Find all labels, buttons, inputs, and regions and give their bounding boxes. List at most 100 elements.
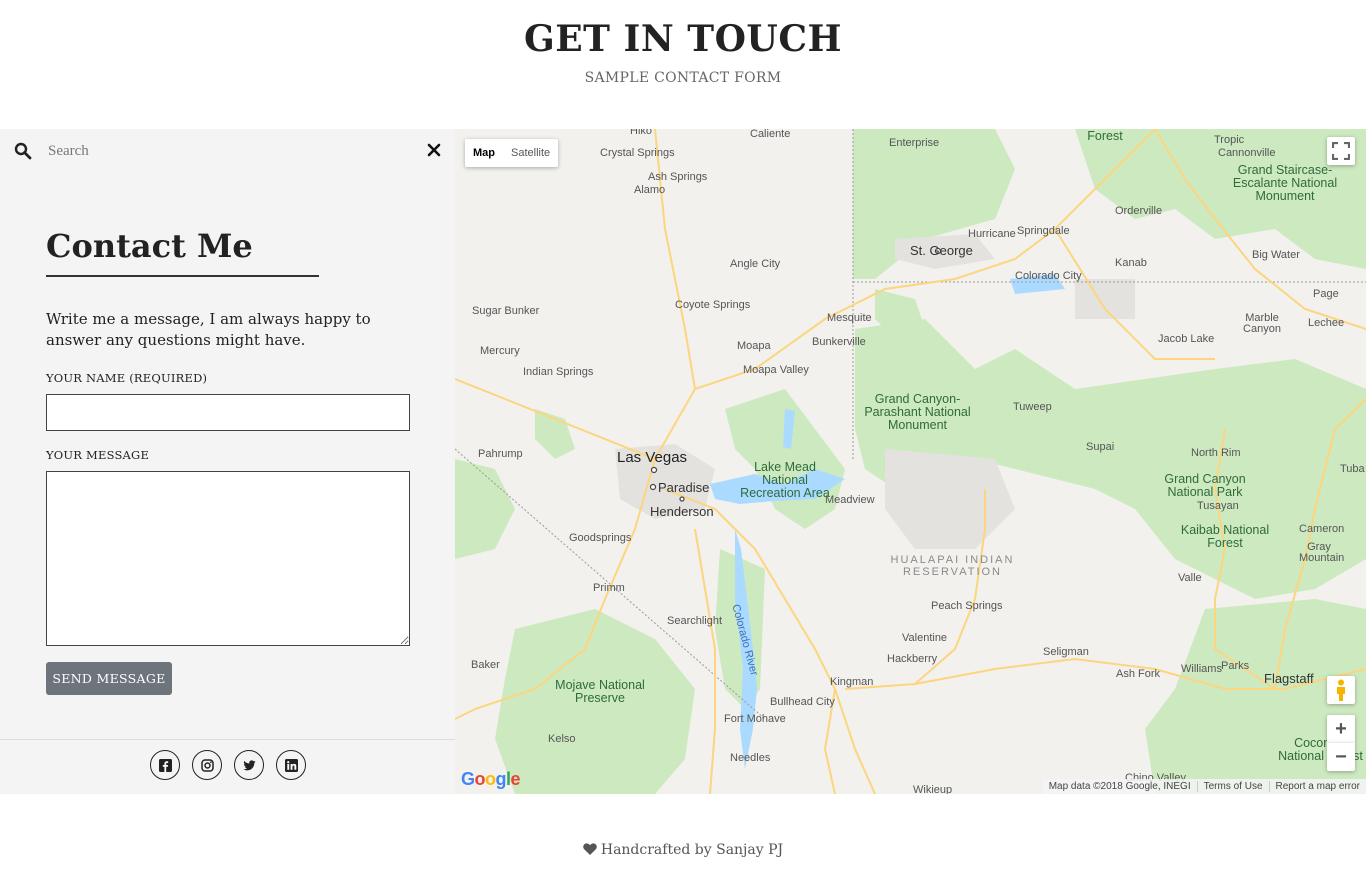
map-label-colorado-city: Colorado City — [1015, 270, 1082, 282]
send-message-button[interactable]: SEND MESSAGE — [46, 662, 172, 695]
page-subtitle: SAMPLE CONTACT FORM — [584, 70, 782, 86]
google-logo[interactable]: Google — [461, 769, 521, 790]
map-label-jacob-lake: Jacob Lake — [1158, 333, 1215, 345]
page-header: GET IN TOUCH SAMPLE CONTACT FORM — [0, 0, 1366, 129]
instagram-link[interactable] — [192, 750, 222, 780]
map-label-supai: Supai — [1086, 441, 1115, 453]
map-label-williams: Williams — [1181, 663, 1222, 675]
heading-underline — [46, 275, 319, 277]
map-label-goodsprings: Goodsprings — [569, 532, 632, 544]
map-label-mercury: Mercury — [480, 345, 520, 357]
footer-credit: Handcrafted by Sanjay PJ — [600, 842, 784, 858]
map-label-north-rim: North Rim — [1191, 447, 1241, 459]
search-icon[interactable] — [14, 142, 32, 160]
map-label-grand-canyon-np: Grand Canyon National Park — [1164, 472, 1246, 499]
map-label-kanab: Kanab — [1115, 257, 1147, 269]
map-label-peach-springs: Peach Springs — [931, 600, 1003, 612]
message-field[interactable] — [46, 471, 410, 646]
map-label-moapa-valley: Moapa Valley — [743, 364, 809, 376]
facebook-link[interactable] — [150, 750, 180, 780]
facebook-icon — [158, 758, 172, 772]
map-label-bullhead-city: Bullhead City — [770, 696, 835, 708]
map-label-sugar-bunker: Sugar Bunker — [472, 305, 540, 317]
twitter-icon — [242, 759, 255, 770]
map-label-caliente: Caliente — [750, 129, 791, 140]
map-label-cameron: Cameron — [1299, 523, 1345, 535]
map-label-parks: Parks — [1221, 660, 1250, 672]
map-label-big-water: Big Water — [1252, 249, 1300, 261]
map-view[interactable]: Hiko Caliente Crystal Springs Ash Spring… — [455, 129, 1366, 794]
map-label-fort-mohave: Fort Mohave — [724, 713, 786, 725]
map-label-angle-city: Angle City — [730, 258, 781, 270]
map-label-ash-fork: Ash Fork — [1116, 668, 1161, 680]
map-label-mojave: Mojave National Preserve — [555, 678, 645, 705]
map-label-moapa: Moapa — [737, 340, 771, 352]
map-type-control: Map Satellite — [465, 139, 559, 167]
map-label-tuba: Tuba — [1340, 463, 1365, 475]
map-label-flagstaff: Flagstaff — [1264, 671, 1314, 686]
contact-heading: Contact Me — [46, 227, 253, 265]
search-bar — [0, 129, 455, 173]
map-label-searchlight: Searchlight — [667, 615, 723, 627]
map-label-forest: Forest — [1087, 129, 1123, 143]
fullscreen-icon — [1332, 142, 1350, 160]
terms-link[interactable]: Terms of Use — [1196, 781, 1269, 792]
map-label-wikieup: Wikieup — [913, 784, 953, 794]
map-label-lake-mead: Lake Mead National Recreation Area — [740, 460, 830, 500]
map-label-page: Page — [1313, 288, 1339, 300]
contact-intro: Write me a message, I am always happy to… — [46, 310, 371, 349]
map-label-pahrump: Pahrump — [478, 448, 523, 460]
map-label-tropic: Tropic — [1214, 134, 1245, 146]
map-label-kingman: Kingman — [830, 676, 874, 688]
map-label-ash-springs: Ash Springs — [648, 171, 708, 183]
pegman-icon — [1337, 679, 1345, 701]
map-label-hiko: Hiko — [630, 129, 653, 137]
map-label-baker: Baker — [471, 659, 500, 671]
map-label-las-vegas: Las Vegas — [617, 449, 688, 466]
map-label-st-george: St. George — [910, 243, 973, 258]
map-data-credit: Map data ©2018 Google, INEGI — [1048, 781, 1191, 792]
instagram-icon — [200, 758, 214, 772]
map-label-valentine: Valentine — [902, 632, 948, 644]
map-label-orderville: Orderville — [1115, 205, 1163, 217]
map-label-alamo: Alamo — [634, 184, 666, 196]
map-label-cannonville: Cannonville — [1218, 147, 1276, 159]
map-label-seligman: Seligman — [1043, 646, 1089, 658]
map-label-hurricane: Hurricane — [968, 228, 1016, 240]
name-label: YOUR NAME (REQUIRED) — [46, 371, 208, 385]
map-attribution: Map data ©2018 Google, INEGI Terms of Us… — [1042, 779, 1366, 794]
message-label: YOUR MESSAGE — [46, 448, 150, 462]
heart-icon — [583, 843, 597, 855]
name-field[interactable] — [46, 394, 410, 431]
map-label-gray-mountain: Gray Mountain — [1299, 541, 1345, 564]
close-icon[interactable] — [425, 141, 443, 159]
report-error-link[interactable]: Report a map error — [1268, 781, 1366, 792]
linkedin-link[interactable] — [276, 750, 306, 780]
map-label-needles: Needles — [730, 752, 771, 764]
map-label-enterprise: Enterprise — [889, 137, 940, 149]
zoom-in-button[interactable]: + — [1327, 715, 1355, 743]
map-label-springdale: Springdale — [1017, 225, 1070, 237]
map-label-kaibab: Kaibab National Forest — [1180, 523, 1270, 550]
map-label-valle: Valle — [1178, 572, 1202, 584]
fullscreen-button[interactable] — [1327, 137, 1355, 165]
map-type-map-button[interactable]: Map — [465, 139, 503, 167]
map-label-parashant: Grand Canyon-Parashant National Monument — [864, 392, 971, 432]
map-label-bunkerville: Bunkerville — [812, 336, 866, 348]
twitter-link[interactable] — [234, 750, 264, 780]
map-label-kelso: Kelso — [548, 733, 576, 745]
map-label-meadview: Meadview — [825, 494, 875, 506]
search-input[interactable] — [40, 137, 410, 165]
contact-panel: Contact Me Write me a message, I am alwa… — [0, 129, 455, 794]
map-label-mesquite: Mesquite — [827, 312, 872, 324]
map-label-paradise: Paradise — [658, 480, 710, 495]
map-label-tuweep: Tuweep — [1013, 401, 1052, 413]
linkedin-icon — [284, 758, 298, 772]
street-view-pegman[interactable] — [1327, 676, 1355, 704]
zoom-out-button[interactable]: − — [1327, 743, 1355, 771]
map-label-marble-canyon: Marble Canyon — [1243, 312, 1281, 335]
map-label-crystal-springs: Crystal Springs — [600, 147, 675, 159]
map-type-satellite-button[interactable]: Satellite — [503, 139, 558, 167]
map-label-hackberry: Hackberry — [887, 653, 938, 665]
map-label-coyote-springs: Coyote Springs — [675, 299, 751, 311]
